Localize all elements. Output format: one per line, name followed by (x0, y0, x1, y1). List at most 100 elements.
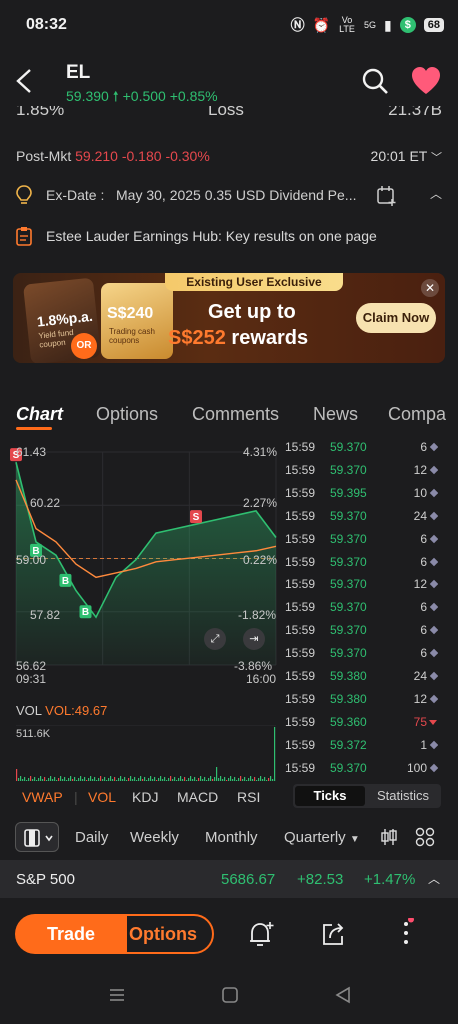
indicator-settings-icon[interactable] (380, 827, 398, 851)
chevron-up-icon[interactable]: ︿ (428, 870, 440, 887)
sell-marker-label: S (193, 512, 200, 523)
or-badge: OR (71, 333, 97, 359)
volume-bar (224, 777, 226, 781)
jump-to-latest-icon[interactable]: ⇥ (243, 628, 265, 650)
ex-date-row[interactable]: Ex-Date : May 30, 2025 0.35 USD Dividend… (16, 185, 442, 209)
chart-type-button[interactable] (15, 822, 59, 852)
chevron-up-icon[interactable]: ︿ (430, 185, 442, 202)
indicator-vwap[interactable]: VWAP (22, 789, 63, 805)
tick-row: 15:59 59.370 6 (285, 600, 438, 623)
home-icon[interactable] (221, 986, 239, 1009)
back-button[interactable] (12, 66, 38, 96)
tick-volume: 1 (420, 737, 427, 752)
close-icon[interactable]: ✕ (421, 279, 439, 297)
volume-bar (156, 780, 158, 781)
post-market-label: Post-Mkt (16, 148, 72, 164)
period-weekly[interactable]: Weekly (130, 829, 179, 846)
options-button[interactable]: Options (112, 914, 214, 954)
period-daily[interactable]: Daily (75, 829, 108, 846)
period-quarterly[interactable]: Quarterly ▼ (284, 829, 360, 846)
volume-bar (58, 778, 60, 781)
volume-bar (96, 780, 98, 781)
search-button[interactable] (360, 66, 390, 96)
alert-add-icon[interactable] (248, 920, 274, 953)
calendar-add-icon[interactable] (377, 185, 397, 210)
volume-bar (54, 777, 56, 781)
post-market-time-dropdown[interactable]: 20:01 ET ﹀ (371, 148, 442, 165)
indicator-rsi[interactable]: RSI (237, 789, 260, 805)
post-market-time: 20:01 ET (370, 148, 428, 164)
tick-direction-icon (429, 694, 438, 704)
volume-bar (140, 776, 142, 781)
tab-comments[interactable]: Comments (192, 398, 279, 431)
volume-bar (28, 778, 30, 781)
recents-icon[interactable] (108, 986, 126, 1009)
chart-time-start: 09:31 (16, 672, 47, 686)
tick-direction-icon (429, 648, 438, 658)
claim-now-button[interactable]: Claim Now (356, 303, 436, 333)
volume-title: VOL (16, 703, 42, 718)
status-bar: 08:32 Ⓝ ⏰ Vo LTE 5G ▮ $ 68 (0, 0, 458, 52)
share-icon[interactable] (320, 920, 346, 953)
statistics-tab[interactable]: Statistics (367, 786, 439, 806)
tick-price: 59.360 (330, 714, 367, 729)
ticks-tab[interactable]: Ticks (295, 786, 365, 806)
volume-bar (38, 778, 40, 781)
volume-bar (90, 776, 92, 781)
volume-bar (114, 777, 116, 781)
tick-direction-icon (429, 488, 438, 498)
banner-headline: Get up to (208, 301, 296, 323)
battery-icon: 68 (423, 18, 444, 32)
volume-bar (32, 779, 34, 781)
tick-direction-icon (429, 719, 437, 725)
more-menu-icon[interactable] (400, 916, 414, 953)
volume-bar (44, 777, 46, 781)
volume-bar (174, 777, 176, 781)
volume-max-label: 511.6K (16, 728, 51, 740)
volume-bar (208, 778, 210, 781)
price-chart[interactable]: SBBBS 61.43 60.22 59.00 57.82 56.62 4.31… (0, 440, 285, 690)
price-area (16, 462, 276, 665)
trade-button[interactable]: Trade (15, 914, 127, 954)
fullscreen-icon[interactable]: ⤢ (204, 628, 226, 650)
tick-price: 59.370 (330, 646, 367, 661)
tick-time: 15:59 (285, 600, 316, 615)
volume-bar (34, 777, 36, 781)
indicator-vol[interactable]: VOL (88, 789, 116, 805)
back-nav-icon[interactable] (334, 986, 352, 1009)
volume-bar (78, 778, 80, 781)
ticks-list[interactable]: 15:59 59.370 6 15:59 59.370 12 15:59 59.395 10 15… (285, 440, 438, 778)
earnings-hub-row[interactable]: Estee Lauder Earnings Hub: Key results o… (16, 226, 442, 250)
index-name: S&P 500 (16, 871, 75, 888)
action-bar: Options Trade (0, 898, 458, 970)
volume-bar (240, 776, 242, 781)
volume-bar (158, 778, 160, 781)
tick-price: 59.370 (330, 508, 367, 523)
indicator-kdj[interactable]: KDJ (132, 789, 158, 805)
promo-banner[interactable]: 1.8%p.a. Yield fund coupon OR S$240 Trad… (13, 273, 445, 363)
volume-bar (176, 780, 178, 781)
volume-bar (254, 777, 256, 781)
tick-time: 15:59 (285, 760, 316, 775)
volume-bar (250, 776, 252, 781)
volume-bar (30, 776, 32, 781)
period-monthly[interactable]: Monthly (205, 829, 258, 846)
indicator-macd[interactable]: MACD (177, 789, 218, 805)
tick-direction-icon (429, 511, 438, 520)
tick-price: 59.370 (330, 577, 367, 592)
tab-news[interactable]: News (313, 398, 358, 431)
volume-bar (164, 777, 166, 781)
tick-volume: 10 (413, 485, 427, 500)
volume-bar (252, 779, 254, 781)
caret-down-icon: ▼ (349, 834, 360, 845)
tick-time: 15:59 (285, 485, 316, 500)
volume-bar (178, 778, 180, 781)
tab-company[interactable]: Compa (388, 398, 446, 431)
volume-bar (118, 778, 120, 781)
grid-layout-icon[interactable] (415, 827, 435, 851)
favorite-button[interactable] (410, 66, 442, 96)
tab-options[interactable]: Options (96, 398, 158, 431)
volume-bar (148, 778, 150, 781)
index-ticker-bar[interactable]: S&P 500 5686.67 +82.53 +1.47% ︿ (0, 860, 458, 898)
tick-volume: 6 (420, 623, 427, 638)
